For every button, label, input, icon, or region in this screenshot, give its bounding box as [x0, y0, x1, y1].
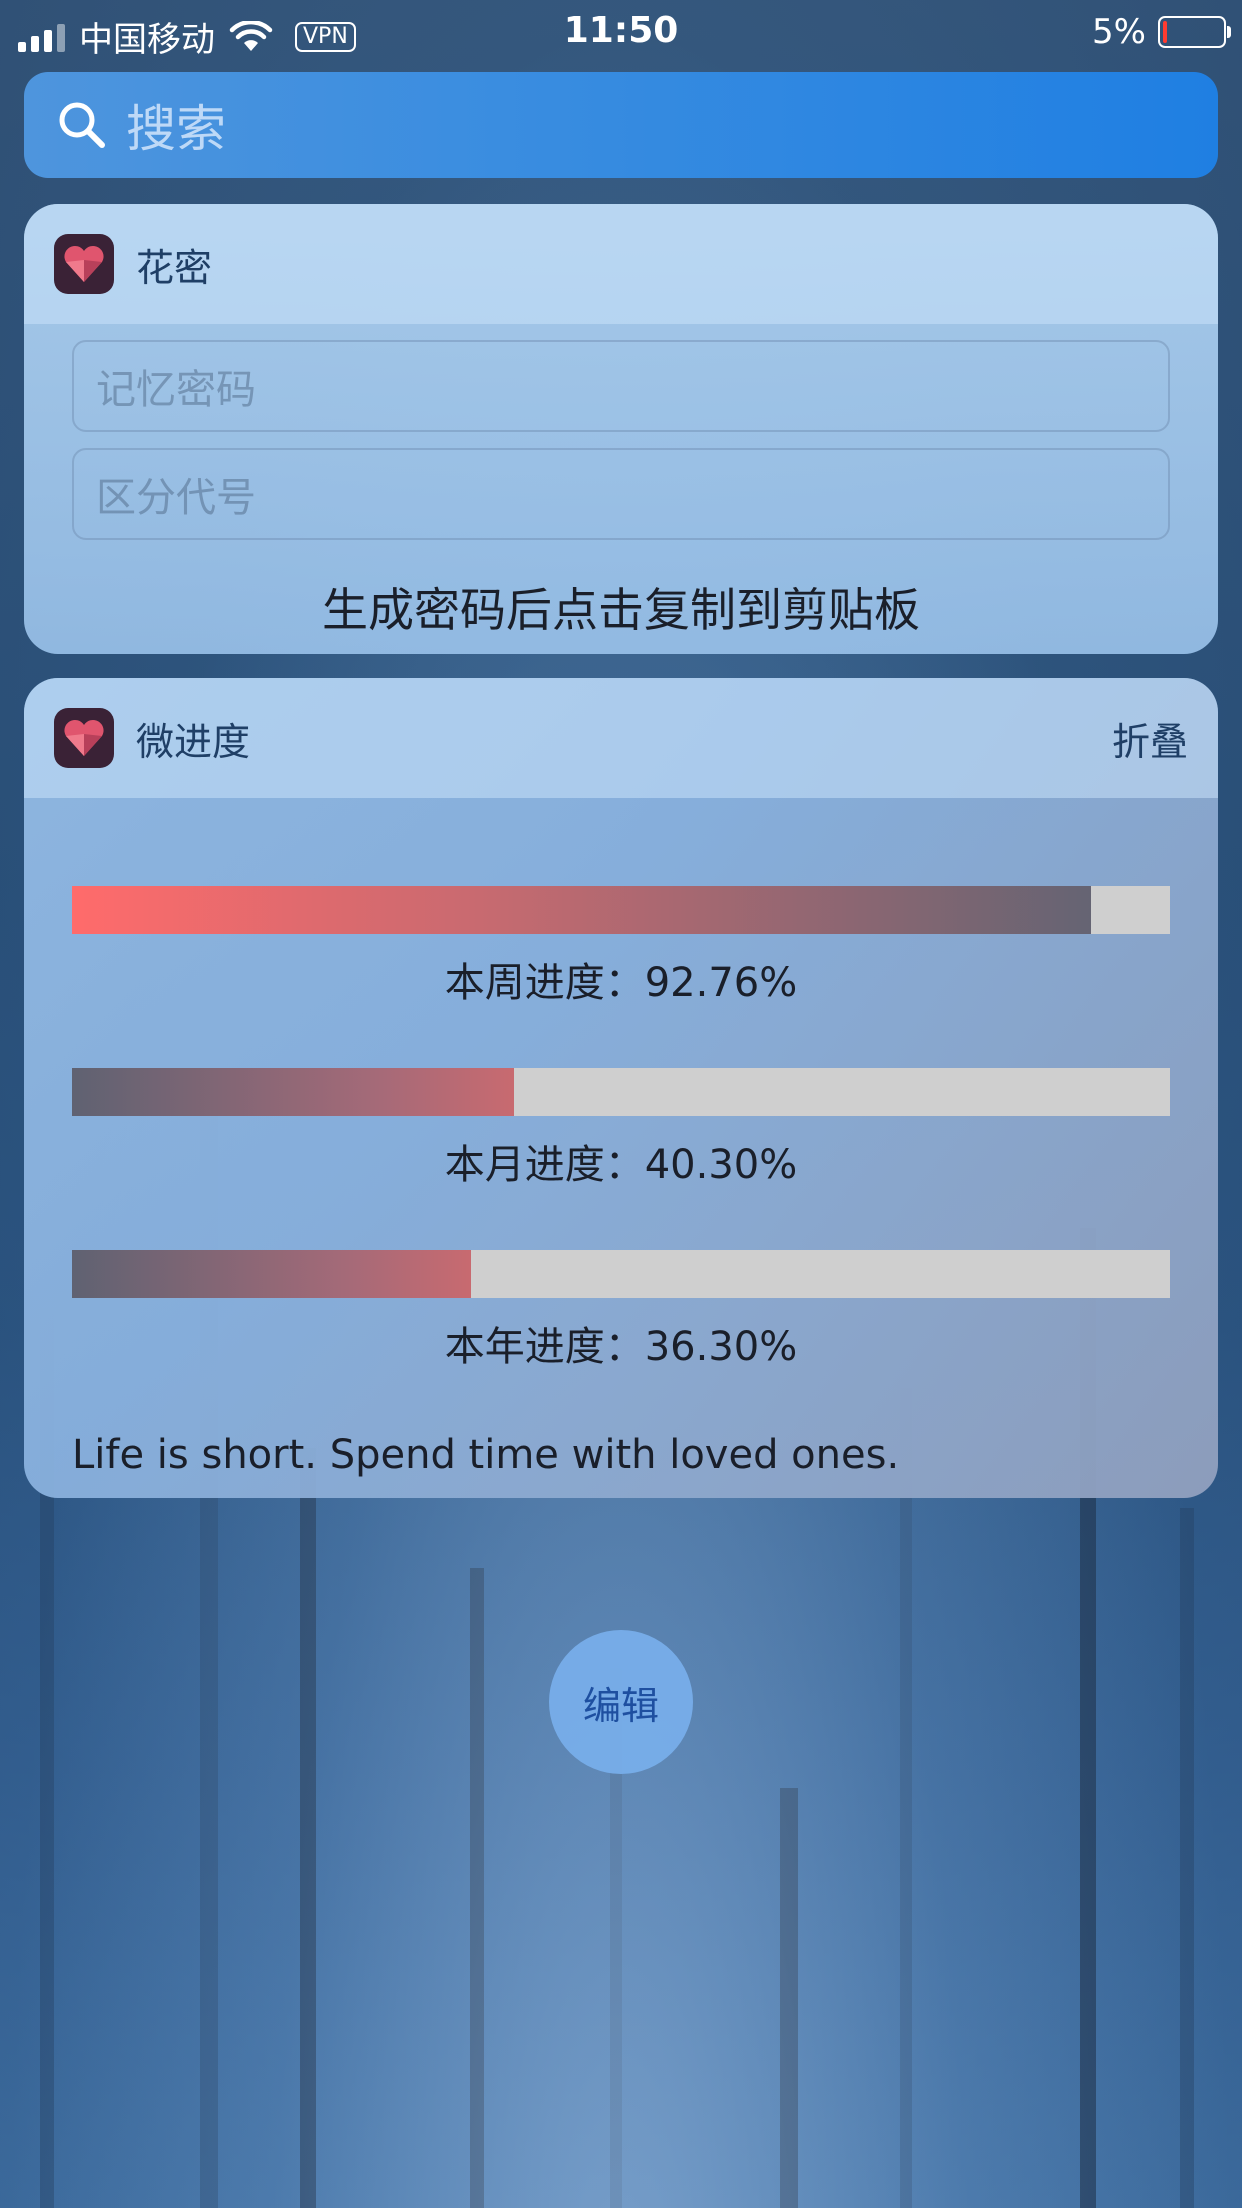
month-progress-fill — [72, 1068, 515, 1116]
progress-widget-title: 微进度 — [136, 719, 251, 764]
week-progress-fill — [72, 886, 1091, 934]
battery-group: 5% — [1092, 12, 1231, 52]
distinguish-code-placeholder: 区分代号 — [96, 475, 256, 521]
status-bar: 中国移动 VPN 11:50 5% — [0, 0, 1242, 64]
collapse-button[interactable]: 折叠 — [1112, 711, 1188, 766]
memory-password-placeholder: 记忆密码 — [96, 367, 256, 413]
search-bar[interactable]: 搜索 — [24, 72, 1218, 178]
status-time: 11:50 — [563, 10, 679, 51]
huami-widget-header[interactable]: 花密 — [24, 204, 1218, 324]
heart-cube-app-icon — [54, 708, 114, 768]
week-progress-bar — [72, 886, 1170, 934]
progress-widget: 微进度 折叠 本周进度：92.76% 本月进度：40.30% 本年进度：36.3… — [24, 678, 1218, 1498]
week-progress-label: 本周进度：92.76% — [444, 960, 798, 1006]
search-placeholder: 搜索 — [126, 100, 226, 158]
copy-hint-text[interactable]: 生成密码后点击复制到剪贴板 — [24, 574, 1218, 640]
month-progress-bar — [72, 1068, 1170, 1116]
progress-widget-header[interactable]: 微进度 折叠 — [24, 678, 1218, 798]
year-progress-bar — [72, 1250, 1170, 1298]
battery-percent: 5% — [1092, 12, 1146, 52]
search-icon — [59, 102, 105, 148]
memory-password-input[interactable]: 记忆密码 — [72, 340, 1170, 432]
heart-cube-app-icon — [54, 234, 114, 294]
edit-button-label: 编辑 — [582, 1683, 659, 1728]
edit-button[interactable]: 编辑 — [549, 1630, 693, 1774]
battery-icon — [1158, 16, 1231, 48]
huami-widget: 花密 记忆密码 区分代号 生成密码后点击复制到剪贴板 — [24, 204, 1218, 654]
month-progress-label: 本月进度：40.30% — [444, 1142, 798, 1188]
year-progress-label: 本年进度：36.30% — [444, 1324, 798, 1370]
distinguish-code-input[interactable]: 区分代号 — [72, 448, 1170, 540]
huami-widget-title: 花密 — [136, 245, 213, 290]
year-progress-fill — [72, 1250, 471, 1298]
quote-text: Life is short. Spend time with loved one… — [72, 1432, 900, 1478]
